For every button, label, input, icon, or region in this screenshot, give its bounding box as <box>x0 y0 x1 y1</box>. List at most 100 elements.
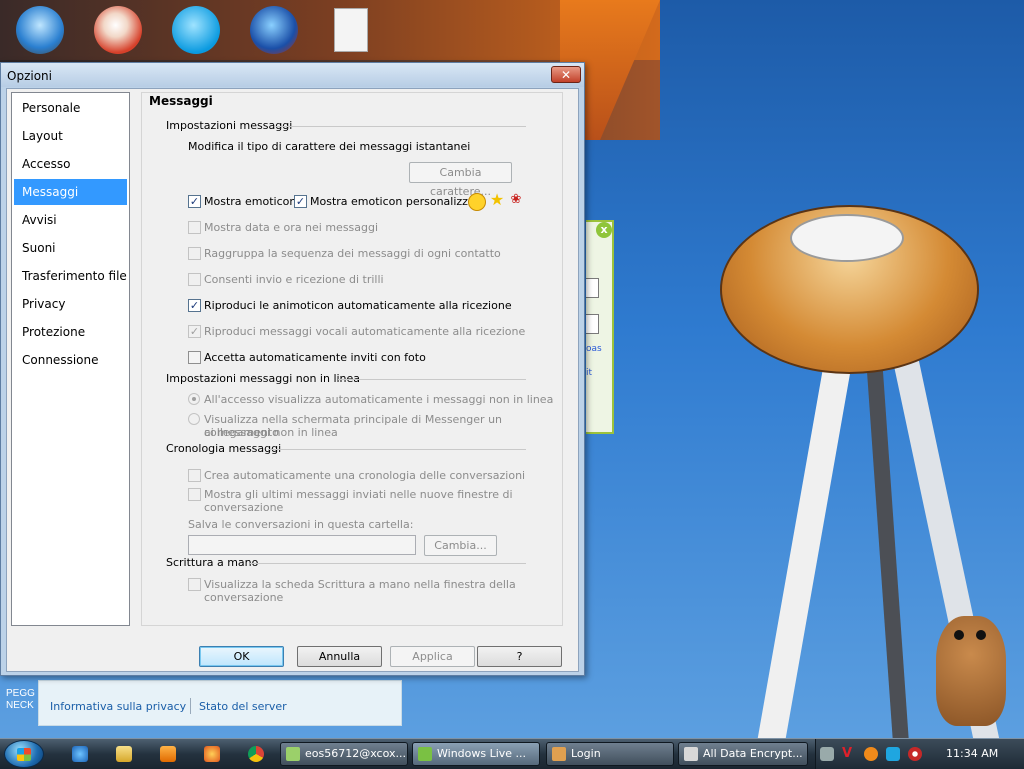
create-history-checkbox[interactable] <box>188 469 201 482</box>
antivirus-icon[interactable]: V <box>842 747 856 761</box>
play-winks-checkbox[interactable]: ✓ <box>188 299 201 312</box>
nav-item-avvisi[interactable]: Avvisi <box>14 207 127 233</box>
create-history-label: Crea automaticamente una cronologia dell… <box>204 469 526 482</box>
show-emoticons-label: Mostra emoticon <box>204 195 297 208</box>
handwriting-tab-checkbox[interactable] <box>188 578 201 591</box>
nav-item-messaggi[interactable]: Messaggi <box>14 179 127 205</box>
desktop-icon-p-app[interactable] <box>94 6 142 54</box>
desktop-icon-ufo[interactable] <box>16 6 64 54</box>
accept-photo-checkbox[interactable] <box>188 351 201 364</box>
task-encrypt[interactable]: All Data Encrypt... <box>678 742 808 766</box>
clock[interactable]: 11:34 AM <box>946 747 998 760</box>
group-divider <box>338 379 526 380</box>
show-datetime-checkbox[interactable] <box>188 221 201 234</box>
task-windows-live[interactable]: Windows Live ... <box>412 742 540 766</box>
apply-button[interactable]: Applica <box>390 646 475 667</box>
cancel-button[interactable]: Annulla <box>297 646 382 667</box>
offline-autoshow-radio[interactable] <box>188 393 200 405</box>
show-last-messages-label-1: Mostra gli ultimi messaggi inviati nelle… <box>204 488 513 501</box>
task-login-label: Login <box>571 747 601 760</box>
allow-nudges-label: Consenti invio e ricezione di trilli <box>204 273 384 286</box>
accept-photo-label: Accetta automaticamente inviti con foto <box>204 351 426 364</box>
show-custom-emoticons-label: Mostra emoticon personalizzate <box>310 195 486 208</box>
nav-item-accesso[interactable]: Accesso <box>14 151 127 177</box>
show-datetime-label: Mostra data e ora nei messaggi <box>204 221 379 234</box>
task-email[interactable]: eos56712@xcox... <box>280 742 408 766</box>
desktop-label: PEGG NECK <box>6 688 35 712</box>
panel-title: Messaggi <box>149 94 213 108</box>
dialog-title: Opzioni <box>7 69 52 83</box>
nav-item-privacy[interactable]: Privacy <box>14 291 127 317</box>
firefox-icon[interactable] <box>204 746 220 762</box>
task-windows-live-label: Windows Live ... <box>437 747 527 760</box>
group-divider <box>250 563 526 564</box>
close-button[interactable]: ✕ <box>551 66 581 83</box>
task-login[interactable]: Login <box>546 742 674 766</box>
show-emoticons-checkbox[interactable]: ✓ <box>188 195 201 208</box>
show-custom-emoticons-checkbox[interactable]: ✓ <box>294 195 307 208</box>
star-icon: ★ <box>489 190 505 209</box>
close-icon: ✕ <box>560 68 572 82</box>
media-icon[interactable] <box>908 747 922 761</box>
group-divider <box>268 449 526 450</box>
smiley-icon <box>468 193 486 211</box>
save-folder-input[interactable] <box>188 535 416 555</box>
folder-icon[interactable] <box>116 746 132 762</box>
login-icon <box>552 747 566 761</box>
messenger-icon <box>418 747 432 761</box>
chrome-icon[interactable] <box>248 746 264 762</box>
server-status-link[interactable]: Stato del server <box>199 700 287 713</box>
change-folder-button[interactable]: Cambia... <box>424 535 497 556</box>
privacy-link[interactable]: Informativa sulla privacy <box>50 700 186 713</box>
desktop-label-line1: PEGG <box>6 688 35 699</box>
ok-button[interactable]: OK <box>199 646 284 667</box>
save-folder-label: Salva le conversazioni in questa cartell… <box>188 518 414 531</box>
skype-icon[interactable] <box>172 6 220 54</box>
messenger-icon <box>286 747 300 761</box>
group-divider <box>276 126 526 127</box>
start-button[interactable] <box>4 740 44 768</box>
dialog-client: Personale Layout Accesso Messaggi Avvisi… <box>6 88 579 672</box>
offline-link-radio[interactable] <box>188 413 200 425</box>
group-sequence-label: Raggruppa la sequenza dei messaggi di og… <box>204 247 501 260</box>
search-icon[interactable] <box>864 747 878 761</box>
desktop-label-line2: NECK <box>6 700 34 711</box>
display-icon[interactable] <box>886 747 900 761</box>
help-button[interactable]: ? <box>477 646 562 667</box>
tray-app-icon[interactable] <box>820 747 834 761</box>
group-header-cronologia: Cronologia messaggi <box>166 442 282 455</box>
task-email-label: eos56712@xcox... <box>305 747 406 760</box>
nav-item-connessione[interactable]: Connessione <box>14 347 127 373</box>
media-player-icon[interactable] <box>160 746 176 762</box>
nav-item-protezione[interactable]: Protezione <box>14 319 127 345</box>
messenger-dropdown[interactable] <box>586 278 599 298</box>
messenger-link-1[interactable]: oas <box>586 344 602 354</box>
font-description: Modifica il tipo di carattere dei messag… <box>188 140 471 153</box>
show-last-messages-label-2: conversazione <box>204 501 284 514</box>
options-dialog: Opzioni ✕ Personale Layout Accesso Messa… <box>0 62 585 676</box>
show-last-messages-checkbox[interactable] <box>188 488 201 501</box>
group-sequence-checkbox[interactable] <box>188 247 201 260</box>
category-list: Personale Layout Accesso Messaggi Avvisi… <box>11 92 130 626</box>
document-icon[interactable] <box>334 8 368 52</box>
hamster-eye-left <box>954 630 964 640</box>
dialog-titlebar[interactable]: Opzioni ✕ <box>1 63 584 87</box>
nav-item-personale[interactable]: Personale <box>14 95 127 121</box>
nav-item-suoni[interactable]: Suoni <box>14 235 127 261</box>
desktop-icon-globe[interactable] <box>250 6 298 54</box>
messenger-close-icon[interactable]: x <box>596 222 612 238</box>
messenger-footer: Informativa sulla privacy Stato del serv… <box>38 680 402 726</box>
nav-item-trasferimento-file[interactable]: Trasferimento file <box>14 263 127 289</box>
offline-link-label-2: ai messaggi non in linea <box>204 426 338 439</box>
play-voice-checkbox[interactable]: ✓ <box>188 325 201 338</box>
task-encrypt-label: All Data Encrypt... <box>703 747 803 760</box>
ie-icon[interactable] <box>72 746 88 762</box>
change-font-button[interactable]: Cambia carattere... <box>409 162 512 198</box>
messenger-link-2[interactable]: it <box>586 368 592 378</box>
nav-item-layout[interactable]: Layout <box>14 123 127 149</box>
footer-separator <box>190 698 191 714</box>
hamster-eye-right <box>976 630 986 640</box>
messenger-field[interactable] <box>586 314 599 334</box>
allow-nudges-checkbox[interactable] <box>188 273 201 286</box>
system-tray: V 11:34 AM <box>815 739 1024 769</box>
